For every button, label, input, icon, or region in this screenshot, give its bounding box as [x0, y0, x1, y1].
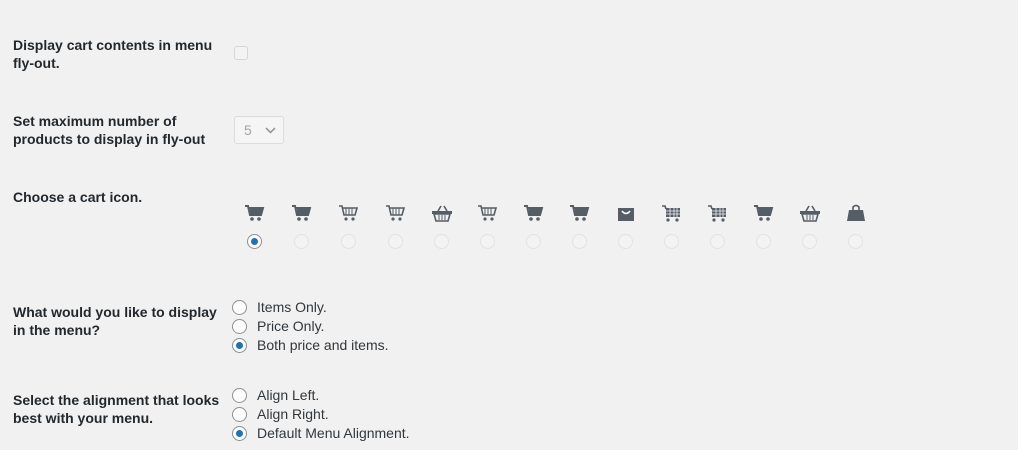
alignment-option-label: Align Right. — [257, 406, 329, 422]
chevron-down-icon — [265, 123, 276, 139]
alignment-option-default[interactable]: Default Menu Alignment. — [232, 424, 532, 443]
cart-icon-option[interactable] — [476, 203, 500, 253]
radio-button-selected[interactable] — [232, 338, 247, 353]
cart-icon-option[interactable] — [844, 203, 868, 253]
display-option-label: Items Only. — [257, 299, 327, 315]
radio-button-selected[interactable] — [247, 234, 262, 249]
radio-button[interactable] — [232, 388, 247, 403]
radio-button[interactable] — [710, 234, 725, 249]
alignment-option-label: Default Menu Alignment. — [257, 425, 410, 441]
cart-icon-option[interactable] — [752, 203, 776, 253]
display-option-price-only[interactable]: Price Only. — [232, 317, 532, 336]
alignment-option-right[interactable]: Align Right. — [232, 405, 532, 424]
cart-icon-option[interactable] — [243, 203, 267, 253]
display-option-both[interactable]: Both price and items. — [232, 336, 532, 355]
radio-button[interactable] — [618, 234, 633, 249]
radio-button[interactable] — [802, 234, 817, 249]
radio-button[interactable] — [848, 234, 863, 249]
radio-button[interactable] — [664, 234, 679, 249]
display-in-menu-label: What would you like to display in the me… — [13, 304, 217, 338]
cart-icon-option[interactable] — [522, 203, 546, 253]
cart-icon-option[interactable] — [337, 203, 361, 253]
display-option-label: Price Only. — [257, 318, 325, 334]
radio-button[interactable] — [232, 319, 247, 334]
cart-icon-option[interactable] — [568, 203, 592, 253]
display-option-label: Both price and items. — [257, 337, 389, 353]
radio-button[interactable] — [341, 234, 356, 249]
cart-icon-option[interactable] — [798, 203, 822, 253]
max-products-value: 5 — [244, 122, 252, 138]
max-products-label: Set maximum number of products to displa… — [13, 113, 206, 147]
cart-icon-option[interactable] — [614, 203, 638, 253]
alignment-option-left[interactable]: Align Left. — [232, 386, 532, 405]
radio-button[interactable] — [572, 234, 587, 249]
cart-icon-option[interactable] — [384, 203, 408, 253]
radio-button[interactable] — [232, 407, 247, 422]
radio-button[interactable] — [480, 234, 495, 249]
radio-button[interactable] — [526, 234, 541, 249]
radio-button[interactable] — [294, 234, 309, 249]
radio-button[interactable] — [434, 234, 449, 249]
radio-button[interactable] — [232, 300, 247, 315]
alignment-option-label: Align Left. — [257, 387, 320, 403]
alignment-label: Select the alignment that looks best wit… — [13, 392, 220, 426]
cart-icon-option[interactable] — [706, 203, 730, 253]
radio-button[interactable] — [756, 234, 771, 249]
display-cart-contents-checkbox[interactable] — [234, 46, 248, 60]
display-cart-contents-label: Display cart contents in menu fly-out. — [13, 37, 213, 71]
cart-icon-option[interactable] — [290, 203, 314, 253]
display-option-items-only[interactable]: Items Only. — [232, 298, 532, 317]
radio-button-selected[interactable] — [232, 426, 247, 441]
radio-button[interactable] — [388, 234, 403, 249]
cart-icon-option[interactable] — [660, 203, 684, 253]
max-products-select[interactable]: 5 — [234, 116, 284, 144]
cart-icon-label: Choose a cart icon. — [13, 189, 143, 205]
cart-icon-option[interactable] — [430, 203, 454, 253]
